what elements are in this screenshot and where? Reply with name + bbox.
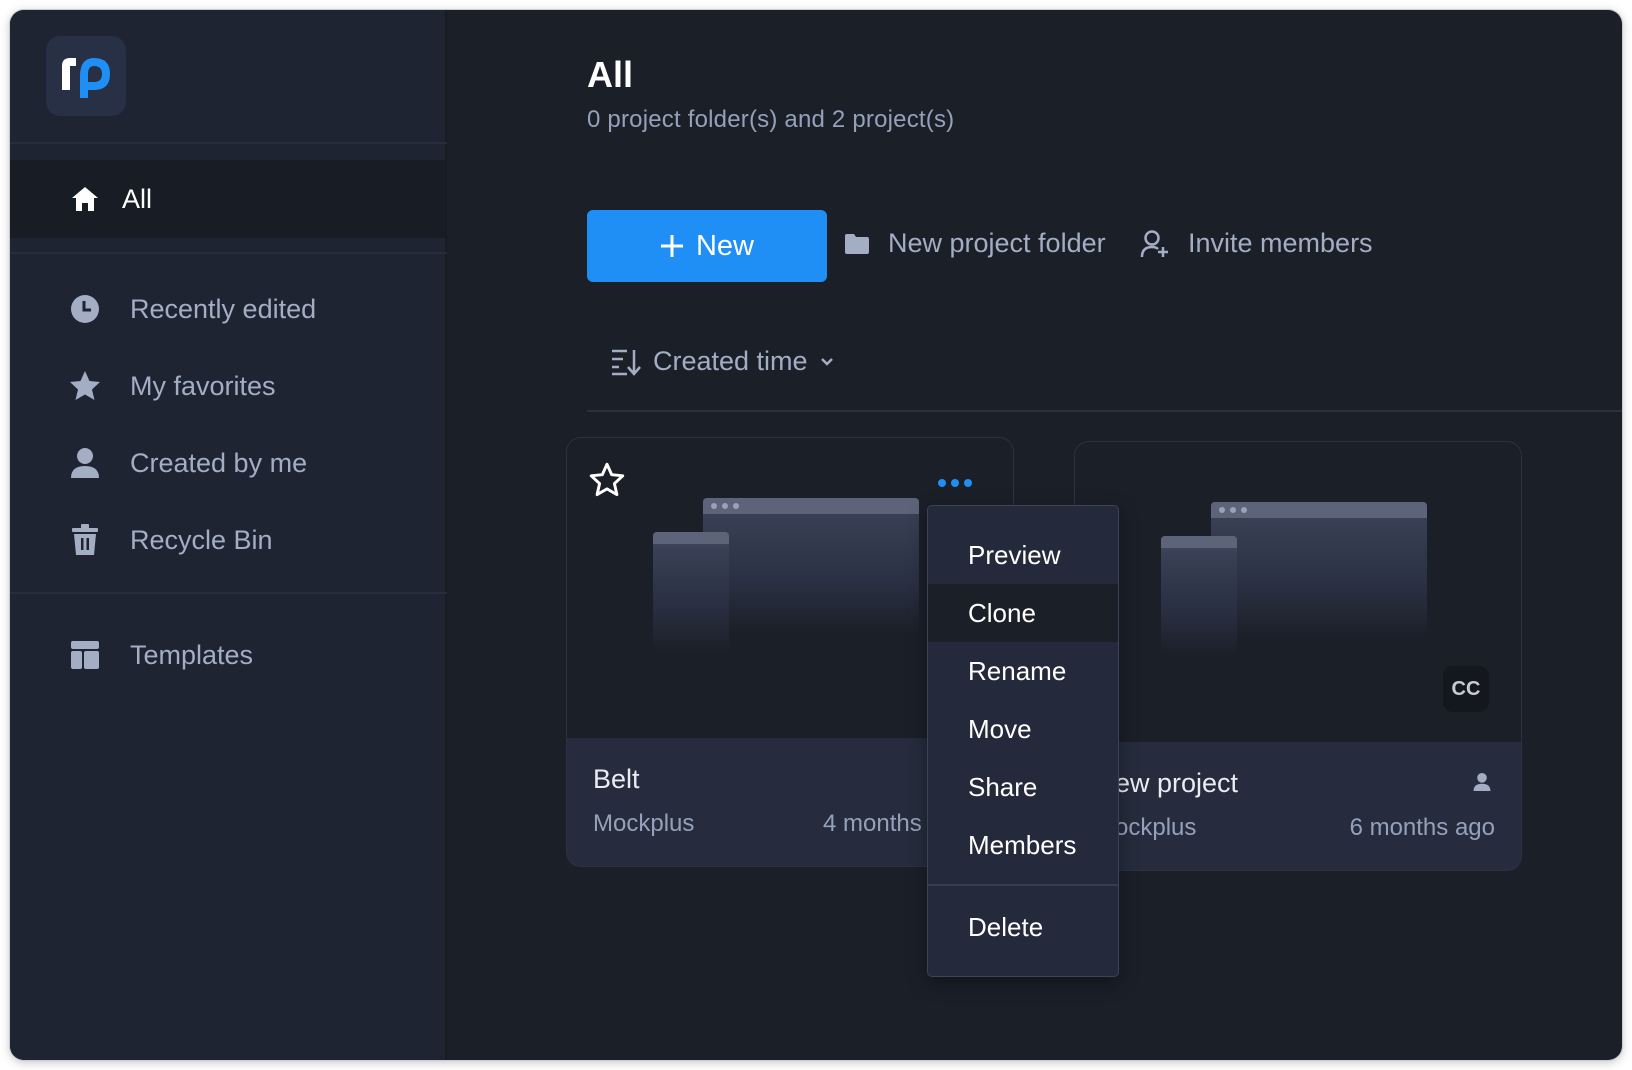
project-card[interactable]: CC ew project ockplus 6 months ago (1075, 442, 1521, 870)
app-logo[interactable] (46, 36, 126, 116)
clock-icon (68, 292, 102, 326)
sidebar-item-my-favorites[interactable]: My favorites (10, 347, 445, 425)
project-owner: Mockplus (593, 810, 695, 837)
project-name: ew project (1115, 768, 1239, 798)
sort-icon (612, 349, 641, 376)
sidebar-item-label: Recycle Bin (130, 524, 273, 555)
rp-logo-icon (62, 58, 110, 98)
cc-badge: CC (1443, 666, 1489, 712)
sidebar-item-recycle-bin[interactable]: Recycle Bin (10, 501, 445, 579)
page-preview (703, 498, 919, 634)
user-icon (68, 446, 102, 480)
sidebar-item-label: Recently edited (130, 293, 317, 324)
sidebar-divider (10, 592, 447, 594)
project-time: 6 months ago (1349, 814, 1495, 841)
star-icon (68, 369, 102, 403)
invite-members-button[interactable]: Invite members (1140, 228, 1373, 259)
menu-item-share[interactable]: Share (928, 758, 1118, 816)
sidebar-item-created-by-me[interactable]: Created by me (10, 424, 445, 502)
sort-label: Created time (653, 346, 808, 376)
favorite-star-icon[interactable] (589, 462, 625, 503)
template-icon (68, 638, 102, 672)
new-button[interactable]: New (587, 210, 827, 282)
page-subtitle: 0 project folder(s) and 2 project(s) (587, 106, 955, 133)
folder-icon (845, 233, 869, 254)
sidebar: All Recently edited My favorites Created… (10, 10, 447, 1060)
page-title: All (587, 54, 634, 95)
user-icon (1473, 772, 1491, 797)
new-button-label: New (695, 229, 754, 262)
project-time: 4 months a (823, 810, 942, 837)
sidebar-item-label: All (122, 183, 153, 214)
trash-icon (68, 523, 102, 557)
sidebar-divider (10, 142, 447, 144)
menu-item-rename[interactable]: Rename (928, 642, 1118, 700)
sidebar-item-label: Created by me (130, 447, 308, 478)
sidebar-item-label: Templates (130, 639, 254, 670)
menu-item-members[interactable]: Members (928, 816, 1118, 874)
home-icon (68, 182, 102, 216)
page-preview (653, 532, 729, 652)
sidebar-divider (10, 252, 447, 254)
menu-item-preview[interactable]: Preview (928, 526, 1118, 584)
app-window: All Recently edited My favorites Created… (10, 10, 1622, 1060)
new-project-folder-label: New project folder (888, 228, 1106, 258)
toolbar-divider (587, 410, 1622, 412)
plus-icon (660, 235, 683, 257)
menu-divider (928, 884, 1118, 886)
sort-dropdown[interactable]: Created time (611, 346, 834, 377)
sidebar-item-all[interactable]: All (10, 160, 445, 238)
menu-item-move[interactable]: Move (928, 700, 1118, 758)
project-owner: ockplus (1115, 814, 1197, 841)
sidebar-item-templates[interactable]: Templates (10, 616, 445, 694)
new-project-folder-button[interactable]: New project folder (844, 228, 1106, 259)
project-thumbnail: CC (1075, 442, 1521, 742)
project-name: Belt (593, 764, 640, 794)
invite-members-label: Invite members (1188, 228, 1373, 258)
menu-item-delete[interactable]: Delete (928, 898, 1118, 956)
menu-item-clone[interactable]: Clone (928, 584, 1118, 642)
sidebar-item-label: My favorites (130, 370, 276, 401)
project-info: ew project ockplus 6 months ago (1075, 742, 1521, 870)
more-options-icon[interactable] (937, 476, 973, 494)
page-preview (1211, 502, 1427, 638)
sidebar-item-recently-edited[interactable]: Recently edited (10, 270, 445, 348)
context-menu: Preview Clone Rename Move Share Members … (928, 506, 1118, 976)
page-preview (1161, 536, 1237, 656)
chevron-down-icon (820, 357, 833, 366)
add-user-icon (1140, 229, 1168, 257)
